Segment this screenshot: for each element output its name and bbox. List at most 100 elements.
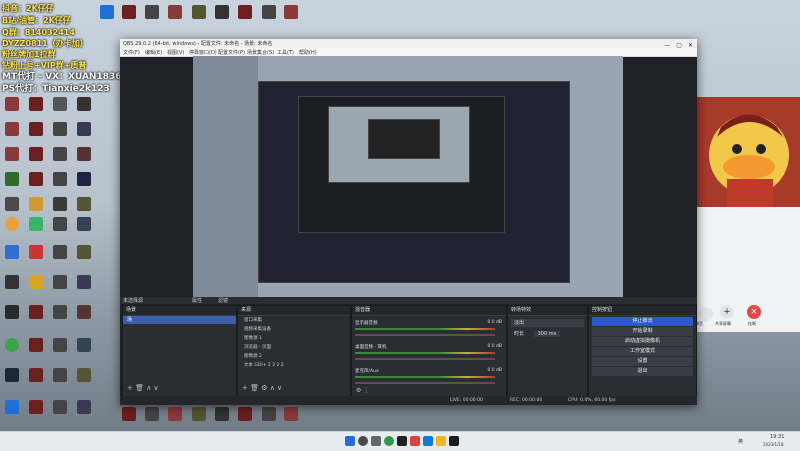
- app-icon[interactable]: [5, 217, 19, 231]
- app-icon[interactable]: [284, 5, 298, 19]
- app-icon[interactable]: [29, 368, 43, 382]
- app-icon[interactable]: [5, 245, 19, 259]
- menu-tools[interactable]: 工具(T): [277, 49, 294, 56]
- app-icon[interactable]: [238, 5, 252, 19]
- menu-edit[interactable]: 编辑(E): [145, 49, 162, 56]
- share-screen-button[interactable]: +: [720, 305, 734, 319]
- preview-canvas[interactable]: [193, 56, 623, 297]
- scene-item[interactable]: 场: [123, 316, 236, 324]
- app-icon[interactable]: [29, 275, 43, 289]
- app-icon[interactable]: [238, 407, 252, 421]
- studio-mode-button[interactable]: 工作室模式: [592, 347, 693, 356]
- app-icon[interactable]: [77, 400, 91, 414]
- app-icon[interactable]: [192, 407, 206, 421]
- app-icon[interactable]: [29, 97, 43, 111]
- exit-button[interactable]: 退出: [592, 367, 693, 376]
- app-icon[interactable]: [77, 275, 91, 289]
- clock-date[interactable]: 2023/1/18: [763, 442, 784, 447]
- app-icon[interactable]: [29, 122, 43, 136]
- app-icon[interactable]: [215, 407, 229, 421]
- app-icon[interactable]: [29, 305, 43, 319]
- app-icon[interactable]: [77, 305, 91, 319]
- app-taskbar-icon[interactable]: [449, 436, 459, 446]
- app-icon[interactable]: [53, 122, 67, 136]
- app-icon[interactable]: [53, 245, 67, 259]
- app-icon[interactable]: [77, 97, 91, 111]
- app-icon[interactable]: [5, 338, 19, 352]
- source-item[interactable]: 视频采集设备: [238, 325, 350, 334]
- app-taskbar-icon[interactable]: [410, 436, 420, 446]
- app-icon[interactable]: [168, 5, 182, 19]
- app-icon[interactable]: [29, 338, 43, 352]
- app-taskbar-icon[interactable]: [436, 436, 446, 446]
- app-icon[interactable]: [53, 217, 67, 231]
- app-icon[interactable]: [77, 172, 91, 186]
- app-icon[interactable]: [53, 368, 67, 382]
- transition-select[interactable]: 淡出: [511, 319, 584, 327]
- app-icon[interactable]: [77, 122, 91, 136]
- hangup-button[interactable]: ×: [747, 305, 761, 319]
- source-item[interactable]: 图像源 1: [238, 334, 350, 343]
- app-icon[interactable]: [77, 197, 91, 211]
- app-icon[interactable]: [53, 305, 67, 319]
- menu-file[interactable]: 文件(F): [123, 49, 140, 56]
- menu-profile[interactable]: 配置文件(P): [218, 49, 245, 56]
- source-buttons[interactable]: + 🗑 ⚙ ∧ ∨: [242, 384, 282, 392]
- app-icon[interactable]: [53, 172, 67, 186]
- app-icon[interactable]: [29, 172, 43, 186]
- start-icon[interactable]: [345, 436, 355, 446]
- app-icon[interactable]: [53, 97, 67, 111]
- app-icon[interactable]: [29, 147, 43, 161]
- task-view-icon[interactable]: [371, 436, 381, 446]
- app-icon[interactable]: [53, 400, 67, 414]
- duration-input[interactable]: 300 ms: [533, 331, 561, 337]
- app-icon[interactable]: [100, 5, 114, 19]
- app-icon[interactable]: [5, 400, 19, 414]
- menu-scene-collection[interactable]: 场景集合(S): [247, 49, 274, 56]
- app-icon[interactable]: [77, 245, 91, 259]
- source-item[interactable]: 图像源 2: [238, 352, 350, 361]
- menu-view[interactable]: 视图(V): [167, 49, 184, 56]
- app-icon[interactable]: [5, 368, 19, 382]
- app-taskbar-icon[interactable]: [384, 436, 394, 446]
- app-icon[interactable]: [77, 147, 91, 161]
- stop-streaming-button[interactable]: 停止推流: [592, 317, 693, 326]
- mixer-settings-icon[interactable]: ⚙ ⋮: [356, 387, 369, 394]
- app-icon[interactable]: [5, 305, 19, 319]
- app-icon[interactable]: [168, 407, 182, 421]
- clock-time[interactable]: 19:31: [770, 434, 784, 440]
- menu-help[interactable]: 帮助(H): [299, 49, 317, 56]
- app-icon[interactable]: [77, 368, 91, 382]
- volume-slider[interactable]: [355, 358, 495, 360]
- app-icon[interactable]: [77, 217, 91, 231]
- app-icon[interactable]: [122, 5, 136, 19]
- app-icon[interactable]: [5, 97, 19, 111]
- app-icon[interactable]: [5, 275, 19, 289]
- source-item[interactable]: 窗口采集: [238, 316, 350, 325]
- scene-buttons[interactable]: + 🗑 ∧ ∨: [127, 384, 159, 392]
- virtual-camera-button[interactable]: 启动虚拟摄像机: [592, 337, 693, 346]
- properties-button[interactable]: 属性: [192, 297, 202, 304]
- app-icon[interactable]: [145, 5, 159, 19]
- app-icon[interactable]: [53, 197, 67, 211]
- input-language[interactable]: 英: [738, 438, 743, 445]
- app-icon[interactable]: [29, 400, 43, 414]
- app-icon[interactable]: [53, 338, 67, 352]
- app-icon[interactable]: [215, 5, 229, 19]
- app-icon[interactable]: [29, 245, 43, 259]
- app-icon[interactable]: [29, 197, 43, 211]
- app-icon[interactable]: [5, 197, 19, 211]
- source-item[interactable]: 浏览器 - 页面: [238, 343, 350, 352]
- app-icon[interactable]: [53, 147, 67, 161]
- menu-docks[interactable]: 停靠窗口(D): [189, 49, 217, 56]
- volume-slider[interactable]: [355, 334, 495, 336]
- app-icon[interactable]: [192, 5, 206, 19]
- app-icon[interactable]: [5, 122, 19, 136]
- app-icon[interactable]: [145, 407, 159, 421]
- app-taskbar-icon[interactable]: [423, 436, 433, 446]
- app-icon[interactable]: [284, 407, 298, 421]
- mute-button[interactable]: [699, 307, 713, 321]
- start-recording-button[interactable]: 开始录制: [592, 327, 693, 336]
- filters-button[interactable]: 滤镜: [218, 297, 228, 304]
- app-icon[interactable]: [122, 407, 136, 421]
